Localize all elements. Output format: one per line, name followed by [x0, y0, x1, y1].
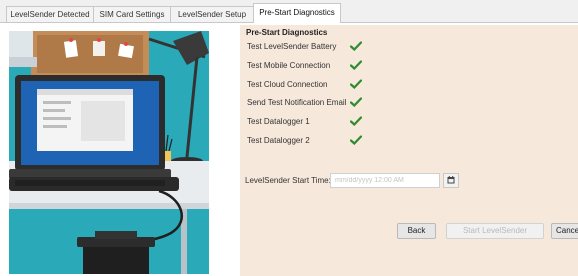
checkmark-icon: [350, 41, 362, 51]
tab-sim-card-settings[interactable]: SIM Card Settings: [93, 6, 171, 22]
tab-levelsender-detected[interactable]: LevelSender Detected: [6, 6, 94, 22]
desk-scene-image: [9, 31, 209, 274]
test-label-notification-email: Send Test Notification Email: [247, 98, 347, 107]
start-levelsender-button[interactable]: Start LevelSender: [446, 223, 544, 239]
checkmark-icon: [350, 135, 362, 145]
cancel-button[interactable]: Cancel: [551, 223, 578, 239]
start-time-input[interactable]: [330, 173, 440, 188]
tab-bar: LevelSender Detected SIM Card Settings L…: [0, 0, 578, 24]
test-label-datalogger-2: Test Datalogger 2: [247, 136, 310, 145]
checkmark-icon: [350, 97, 362, 107]
start-time-label: LevelSender Start Time:: [245, 176, 331, 185]
illustration-laptop-desk: [9, 31, 209, 274]
tab-pre-start-diagnostics[interactable]: Pre-Start Diagnostics: [253, 3, 341, 23]
calendar-icon: [447, 176, 455, 184]
test-label-cloud-connection: Test Cloud Connection: [247, 80, 328, 89]
checkmark-icon: [350, 79, 362, 89]
tab-levelsender-setup[interactable]: LevelSender Setup: [170, 6, 254, 22]
checkmark-icon: [350, 60, 362, 70]
test-label-datalogger-1: Test Datalogger 1: [247, 117, 310, 126]
diagnostics-title: Pre-Start Diagnostics: [246, 28, 328, 37]
calendar-button[interactable]: [443, 173, 459, 188]
test-label-battery: Test LevelSender Battery: [247, 42, 337, 51]
checkmark-icon: [350, 116, 362, 126]
test-label-mobile-connection: Test Mobile Connection: [247, 61, 331, 70]
back-button[interactable]: Back: [397, 223, 436, 239]
